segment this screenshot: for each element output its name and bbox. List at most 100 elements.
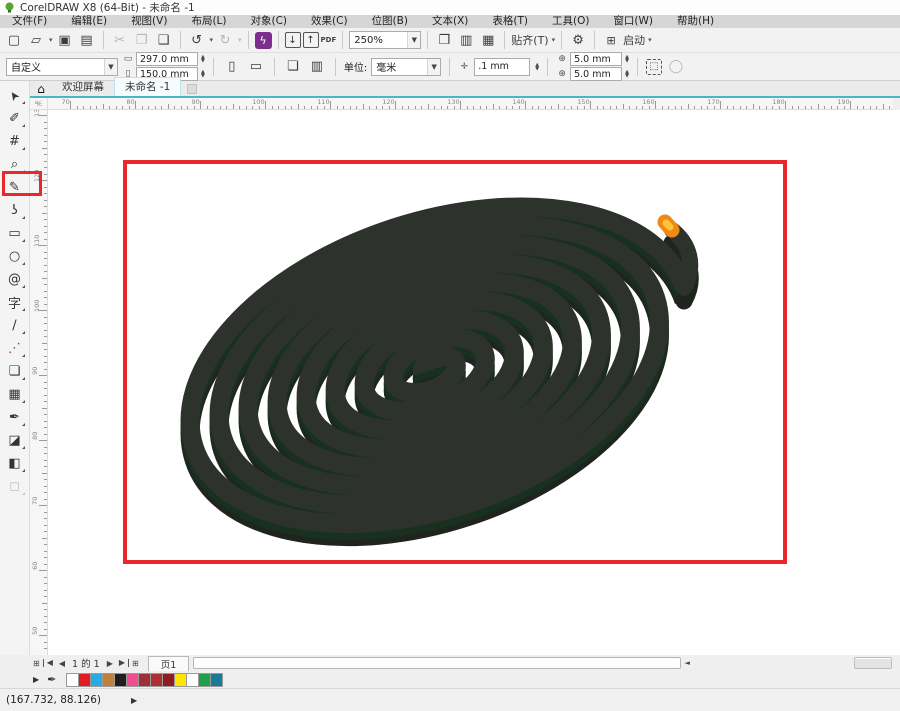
tab-untitled-document[interactable]: 未命名 -1: [114, 77, 181, 96]
save-icon[interactable]: ▣: [55, 30, 75, 50]
livesketch-tool[interactable]: ʖ: [3, 199, 27, 222]
separator: [335, 58, 336, 76]
nudge-distance-icon: ✛: [458, 62, 470, 72]
transparency-tool[interactable]: ▦: [3, 383, 27, 406]
duplicate-y-spinner[interactable]: ▲▼: [625, 70, 629, 78]
window-title: CorelDRAW X8 (64-Bit) - 未命名 -1: [20, 0, 195, 15]
fullscreen-preview-icon[interactable]: ❒: [434, 30, 454, 50]
all-pages-button[interactable]: ❏: [283, 57, 303, 77]
scrollbar-right-thumb[interactable]: [854, 657, 892, 669]
menu-item[interactable]: 文件(F): [0, 15, 59, 28]
menu-item[interactable]: 效果(C): [299, 15, 360, 28]
home-icon[interactable]: ⌂: [30, 82, 52, 96]
zoom-level-combobox[interactable]: 250%▼: [349, 31, 421, 49]
duplicate-x-spinner[interactable]: ▲▼: [625, 55, 629, 63]
launch-button[interactable]: 启动: [623, 30, 645, 50]
search-content-icon[interactable]: ϟ: [255, 32, 272, 49]
page-preset-combobox[interactable]: 自定义 ▼: [6, 58, 118, 76]
horizontal-scrollbar-thumb[interactable]: [193, 657, 681, 669]
tab-welcome-screen[interactable]: 欢迎屏幕: [52, 78, 114, 96]
current-page-button[interactable]: ▥: [307, 57, 327, 77]
menu-item[interactable]: 表格(T): [480, 15, 540, 28]
publish-pdf-icon[interactable]: PDF: [321, 37, 337, 44]
snap-to-button[interactable]: 贴齐(T): [511, 30, 548, 50]
dimension-tool[interactable]: ∕: [3, 314, 27, 337]
menu-item[interactable]: 编辑(E): [59, 15, 119, 28]
menu-item[interactable]: 工具(O): [540, 15, 601, 28]
steel-blue[interactable]: [210, 673, 223, 687]
nudge-spinner[interactable]: ▲▼: [535, 63, 539, 71]
show-rulers-icon[interactable]: ▥: [456, 30, 476, 50]
menu-item[interactable]: 对象(C): [239, 15, 300, 28]
duplicate-x-field[interactable]: 5.0 mm: [570, 52, 622, 66]
ellipse-tool[interactable]: ○: [3, 245, 27, 268]
menu-item[interactable]: 位图(B): [360, 15, 420, 28]
treat-as-filled-button[interactable]: ⬚: [646, 59, 662, 75]
standard-toolbar: ▢ ▱ ▾ ▣ ▤ ✂ ❐ ❑ ↺ ▾ ↻ ▾ ϟ ↓ ↑ PDF 250%▼ …: [0, 28, 900, 53]
separator: [278, 31, 279, 49]
new-document-icon[interactable]: ▢: [4, 30, 24, 50]
spiral-tool[interactable]: @: [3, 268, 27, 291]
page-width-field[interactable]: 297.0 mm: [136, 52, 198, 66]
pick-tool[interactable]: ➤: [3, 84, 27, 107]
connector-tool[interactable]: ⋰: [3, 337, 27, 360]
zoom-caret-icon[interactable]: ▼: [407, 32, 420, 48]
next-page-icon[interactable]: ▶: [104, 659, 116, 668]
snap-caret-icon[interactable]: ▾: [552, 36, 556, 44]
duplicate-y-icon: ⊕: [556, 69, 568, 79]
print-icon[interactable]: ▤: [77, 30, 97, 50]
palette-eyedropper-icon[interactable]: ✒: [47, 673, 56, 686]
show-grid-icon[interactable]: ▦: [478, 30, 498, 50]
undo-icon[interactable]: ↺: [187, 30, 207, 50]
drop-shadow-tool[interactable]: ❏: [3, 360, 27, 383]
palette-overflow-icon[interactable]: ▶: [33, 675, 39, 684]
menu-item[interactable]: 文本(X): [420, 15, 480, 28]
open-caret-icon[interactable]: ▾: [49, 36, 53, 44]
page-preset-value: 自定义: [11, 59, 41, 74]
options-gear-icon[interactable]: ⚙: [568, 30, 588, 50]
paste-icon[interactable]: ❑: [154, 30, 174, 50]
outline-tool[interactable]: ◻: [3, 475, 27, 498]
units-value: 毫米: [376, 59, 396, 74]
preset-caret-icon[interactable]: ▼: [104, 59, 117, 75]
page-height-spinner[interactable]: ▲▼: [201, 70, 205, 78]
page-tab[interactable]: 页1: [148, 656, 190, 671]
horizontal-ruler[interactable]: 708090100110120130140150160170180190: [48, 98, 893, 110]
last-page-icon[interactable]: ▶: [116, 659, 129, 667]
open-icon[interactable]: ▱: [26, 30, 46, 50]
launch-caret-icon[interactable]: ▾: [648, 36, 652, 44]
menu-item[interactable]: 帮助(H): [665, 15, 726, 28]
units-caret-icon[interactable]: ▼: [427, 59, 440, 75]
add-page-right-icon[interactable]: ⊞: [129, 659, 142, 668]
crop-tool[interactable]: #: [3, 130, 27, 153]
scrollbar-arrow-icon[interactable]: ◄: [681, 657, 693, 669]
ruler-origin-button[interactable]: ℀: [30, 98, 48, 110]
freehand-tool-highlight-rectangle: [2, 171, 42, 196]
menu-item[interactable]: 布局(L): [179, 15, 238, 28]
previous-page-icon[interactable]: ◀: [56, 659, 68, 668]
undo-caret-icon[interactable]: ▾: [210, 36, 214, 44]
text-tool[interactable]: 字: [3, 291, 27, 314]
page-width-spinner[interactable]: ▲▼: [201, 55, 205, 63]
units-combobox[interactable]: 毫米 ▼: [371, 58, 441, 76]
add-page-left-icon[interactable]: ⊞: [30, 659, 43, 668]
shape-tool[interactable]: ✐: [3, 107, 27, 130]
landscape-button[interactable]: ▭: [246, 57, 266, 77]
first-page-icon[interactable]: ◀: [43, 659, 56, 667]
coreldraw-window: CorelDRAW X8 (64-Bit) - 未命名 -1 文件(F)编辑(E…: [0, 0, 900, 711]
status-expand-icon[interactable]: ▶: [131, 696, 137, 705]
menu-item[interactable]: 窗口(W): [601, 15, 665, 28]
export-icon[interactable]: ↑: [303, 32, 319, 48]
rectangle-tool[interactable]: ▭: [3, 222, 27, 245]
eyedropper-tool[interactable]: ✒: [3, 406, 27, 429]
nudge-distance-field[interactable]: .1 mm: [474, 58, 530, 76]
duplicate-x-icon: ⊕: [556, 54, 568, 64]
interactive-fill-tool[interactable]: ◪: [3, 429, 27, 452]
new-tab-button[interactable]: [187, 84, 197, 94]
import-icon[interactable]: ↓: [285, 32, 301, 48]
portrait-button[interactable]: ▯: [222, 57, 242, 77]
duplicate-y-field[interactable]: 5.0 mm: [570, 67, 622, 81]
menu-item[interactable]: 视图(V): [119, 15, 179, 28]
launch-icon[interactable]: ⊞: [601, 30, 621, 50]
smart-fill-tool[interactable]: ◧: [3, 452, 27, 475]
